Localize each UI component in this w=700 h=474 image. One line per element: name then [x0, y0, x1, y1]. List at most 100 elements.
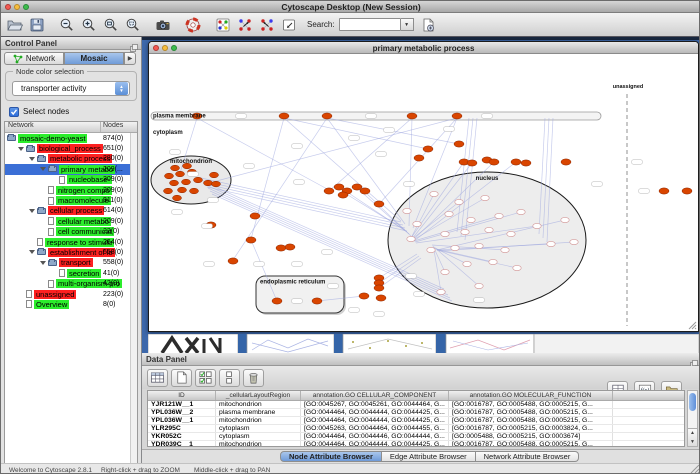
nucleus-node[interactable]	[475, 283, 483, 288]
selected-node[interactable]	[489, 159, 499, 165]
node-label-chip[interactable]	[632, 160, 643, 165]
nucleus-node[interactable]	[533, 223, 541, 228]
selected-node[interactable]	[276, 245, 286, 251]
selected-node[interactable]	[324, 188, 334, 194]
table-row[interactable]: YKR052Ccytoplasm[GO:0044464, GO:0044446,…	[148, 433, 684, 441]
node-label-chip[interactable]	[170, 150, 181, 155]
tree-row[interactable]: nitrogen compo209(0)	[5, 185, 137, 195]
nucleus-node[interactable]	[475, 243, 483, 248]
node-label-chip[interactable]	[366, 114, 377, 119]
selected-node[interactable]	[682, 188, 692, 194]
tree-row[interactable]: response to stimulu264(0)	[5, 237, 137, 247]
nucleus-node[interactable]	[445, 211, 453, 216]
tree-row[interactable]: cellular metabo209(0)	[5, 216, 137, 226]
mitochondrion-node[interactable]	[171, 165, 180, 171]
selected-node[interactable]	[312, 298, 322, 304]
search-dropdown-button[interactable]: ▼	[401, 18, 414, 31]
mitochondrion-node[interactable]	[182, 179, 191, 185]
nucleus-node[interactable]	[437, 289, 445, 294]
zoom-in-button[interactable]	[79, 15, 99, 35]
selected-node[interactable]	[228, 258, 238, 264]
tab-mosaic[interactable]: Mosaic	[64, 52, 124, 65]
table-row[interactable]: YPL036W__1mitochondrion[GO:0044464, GO:0…	[148, 417, 684, 425]
selected-node[interactable]	[285, 244, 295, 250]
column-header[interactable]: ID	[148, 391, 216, 400]
selected-node[interactable]	[338, 192, 348, 198]
tree-row[interactable]: metabolic process280(0)	[5, 154, 137, 164]
nucleus-node[interactable]	[501, 247, 509, 252]
search-input[interactable]	[339, 18, 401, 31]
tree-row[interactable]: multi-organism pro42(0)	[5, 278, 137, 288]
mitochondrion-node[interactable]	[204, 180, 213, 186]
mitochondrion-node[interactable]	[165, 173, 174, 179]
tab-node-attribute-browser[interactable]: Node Attribute Browser	[280, 451, 382, 462]
open-session-button[interactable]	[5, 15, 25, 35]
tree-row[interactable]: cellular process614(0)	[5, 206, 137, 216]
nucleus-node[interactable]	[441, 269, 449, 274]
selected-node[interactable]	[374, 201, 384, 207]
selected-node[interactable]	[454, 141, 464, 147]
table-row[interactable]: YJR121W__1mitochondrion[GO:0045267, GO:0…	[148, 401, 684, 409]
layout-button-2[interactable]	[257, 15, 277, 35]
tab-network-attribute-browser[interactable]: Network Attribute Browser	[476, 451, 580, 462]
selected-node[interactable]	[272, 298, 282, 304]
disclosure-triangle-icon[interactable]	[29, 209, 35, 213]
membrane-node[interactable]	[452, 113, 462, 119]
disclosure-triangle-icon[interactable]	[18, 147, 24, 151]
mitochondrion-node[interactable]	[210, 172, 219, 178]
selected-node[interactable]	[374, 285, 384, 291]
window-resize-grip[interactable]	[688, 321, 697, 330]
tab-network[interactable]: Network	[4, 52, 64, 65]
selected-node[interactable]	[414, 155, 424, 161]
nucleus-node[interactable]	[467, 217, 475, 222]
node-label-chip[interactable]	[639, 189, 650, 194]
node-label-chip[interactable]	[349, 308, 360, 313]
node-label-chip[interactable]	[236, 114, 247, 119]
mitochondrion-node[interactable]	[173, 195, 182, 201]
attribute-pair-button[interactable]	[219, 369, 240, 387]
mitochondrion-node[interactable]	[176, 171, 185, 177]
node-label-chip[interactable]	[292, 262, 303, 267]
select-nodes-checkbox[interactable]	[9, 107, 19, 117]
nucleus-node[interactable]	[481, 195, 489, 200]
scrollbar-thumb[interactable]	[689, 393, 696, 411]
nucleus-node[interactable]	[570, 239, 578, 244]
disclosure-triangle-icon[interactable]	[40, 261, 46, 265]
node-label-chip[interactable]	[294, 180, 305, 185]
selected-node[interactable]	[511, 159, 521, 165]
node-label-chip[interactable]	[292, 144, 303, 149]
membrane-node[interactable]	[279, 113, 289, 119]
scroll-down-button[interactable]: ▼	[690, 439, 695, 445]
column-header[interactable]: annotation.GO MOLECULAR_FUNCTION	[449, 391, 613, 400]
tree-row[interactable]: Overview8(0)	[5, 299, 137, 309]
tree-row[interactable]: biological_process651(0)	[5, 143, 137, 153]
nucleus-node[interactable]	[451, 245, 459, 250]
nucleus-node[interactable]	[547, 241, 555, 246]
selected-node[interactable]	[360, 188, 370, 194]
disclosure-triangle-icon[interactable]	[29, 250, 35, 254]
tree-row[interactable]: unassigned223(0)	[5, 289, 137, 299]
table-row[interactable]: YDR039C__1mitochondrion[GO:0044464, GO:0…	[148, 441, 684, 447]
nucleus-node[interactable]	[430, 191, 438, 196]
node-label-chip[interactable]	[244, 164, 255, 169]
app-resize-grip[interactable]	[690, 464, 700, 474]
column-header[interactable]: annotation.GO CELLULAR_COMPONENT	[301, 391, 449, 400]
nucleus-node[interactable]	[495, 213, 503, 218]
float-panel-icon[interactable]	[130, 39, 138, 57]
layout-button-1[interactable]	[235, 15, 255, 35]
node-label-chip[interactable]	[254, 262, 265, 267]
membrane-node[interactable]	[407, 113, 417, 119]
selected-node[interactable]	[561, 159, 571, 165]
import-attributes-button[interactable]	[418, 15, 438, 35]
vizmapper-button[interactable]	[213, 15, 233, 35]
table-row[interactable]: YPL036W__2plasma membrane[GO:0044464, GO…	[148, 409, 684, 417]
nucleus-node[interactable]	[461, 229, 469, 234]
tree-scrollbar[interactable]	[130, 133, 137, 474]
mitochondrion-node[interactable]	[170, 180, 179, 186]
scroll-up-button[interactable]: ▲	[690, 430, 695, 436]
tree-column-network[interactable]: Network	[5, 122, 101, 132]
column-header[interactable]: _cellularLayoutRegion	[216, 391, 301, 400]
node-label-chip[interactable]	[292, 299, 303, 304]
mitochondrion-node[interactable]	[194, 177, 203, 183]
selected-node[interactable]	[246, 237, 256, 243]
